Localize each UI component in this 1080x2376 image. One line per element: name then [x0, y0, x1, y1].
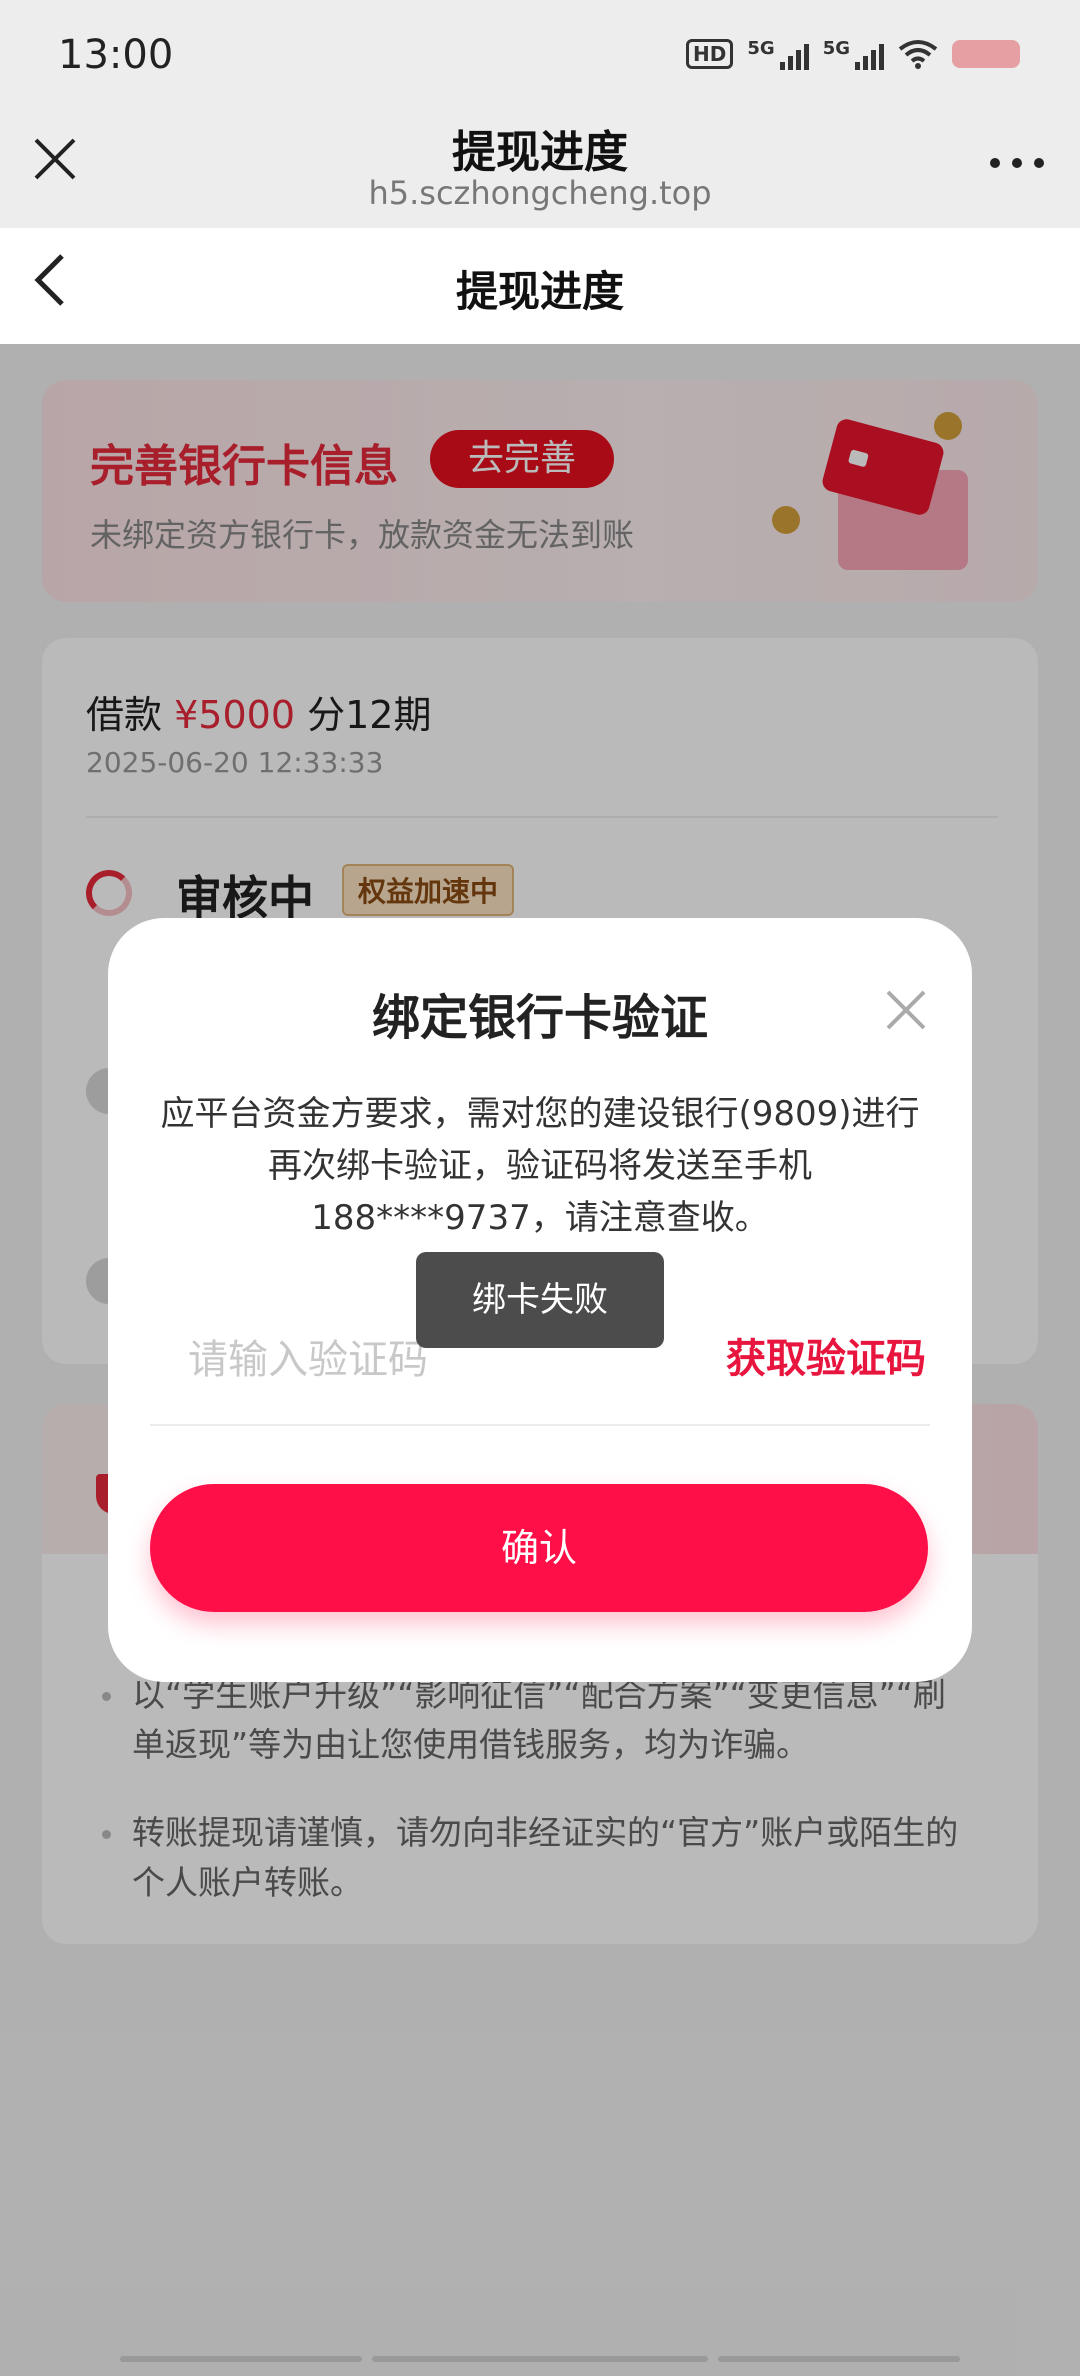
- confirm-button[interactable]: 确认: [150, 1484, 928, 1612]
- signal-icon-2: 5G: [823, 38, 884, 70]
- modal-title: 绑定银行卡验证: [371, 990, 708, 1046]
- page-title: 提现进度: [455, 267, 624, 316]
- signal-label-2: 5G: [822, 38, 850, 59]
- status-bar: 13:00 HD 5G 5G: [0, 0, 1080, 110]
- hd-icon: HD: [686, 39, 734, 69]
- wifi-icon: [898, 40, 938, 69]
- modal-description: 应平台资金方要求，需对您的建设银行(9809)进行再次绑卡验证，验证码将发送至手…: [160, 1094, 920, 1238]
- get-code-button[interactable]: 获取验证码: [726, 1326, 926, 1384]
- close-icon[interactable]: [884, 988, 928, 1032]
- browser-title: 提现进度: [452, 127, 628, 178]
- status-time: 13:00: [58, 32, 174, 78]
- page-nav: 提现进度: [0, 228, 1080, 344]
- signal-label: 5G: [747, 38, 775, 59]
- battery-icon: [952, 40, 1020, 68]
- gesture-bar: [120, 2356, 961, 2362]
- browser-url: h5.sczhongcheng.top: [368, 174, 712, 212]
- input-underline: [150, 1424, 930, 1426]
- signal-icon: 5G: [747, 38, 809, 70]
- browser-bar: 提现进度 h5.sczhongcheng.top: [0, 110, 1080, 228]
- status-icons: HD 5G 5G: [686, 38, 1020, 70]
- error-toast: 绑卡失败: [416, 1252, 664, 1348]
- more-icon[interactable]: [990, 158, 1044, 168]
